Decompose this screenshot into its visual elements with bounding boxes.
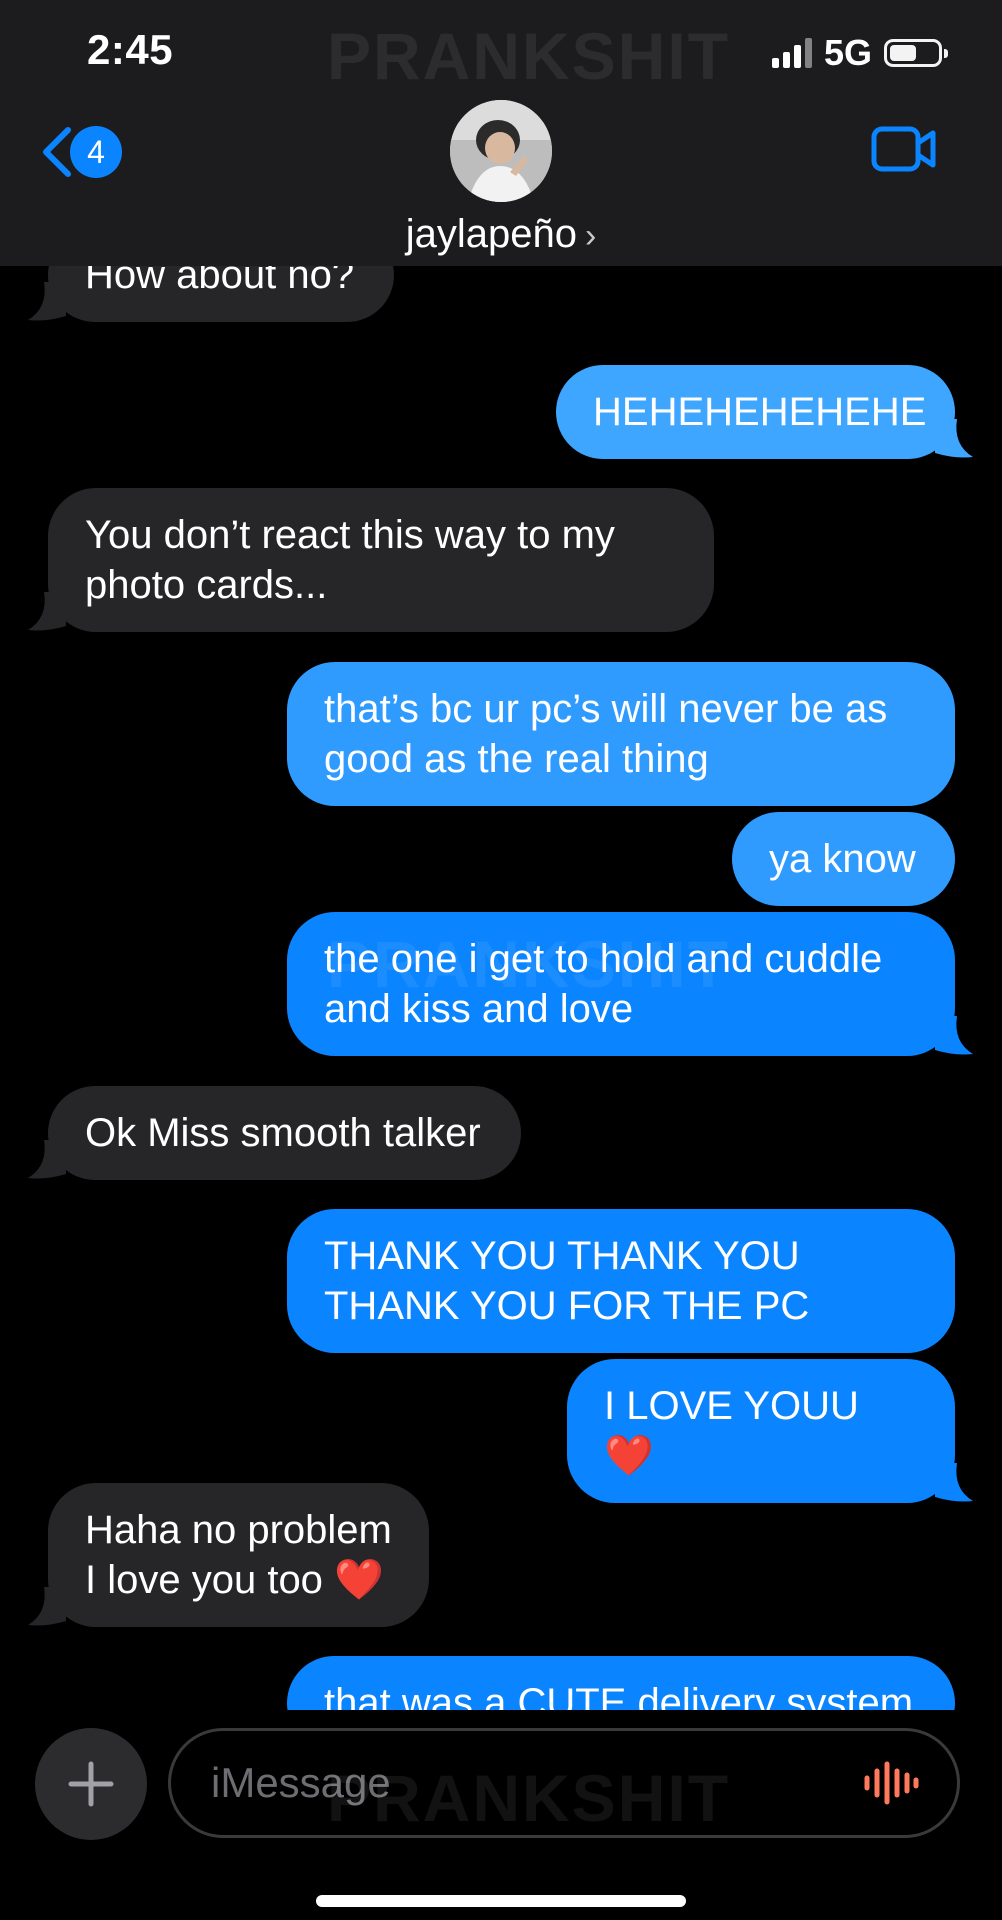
incoming-message: Haha no problem I love you too ❤️ (28, 1483, 429, 1627)
audio-message-button[interactable] (862, 1760, 920, 1811)
bubble-tail (28, 1140, 66, 1179)
conversation-header: 2:45 5G 4 jaylapeño › PRANKSHIT (0, 0, 1002, 266)
message-text: Ok Miss smooth talker (85, 1111, 481, 1155)
watermark-middle: PRANKSHIT (327, 927, 731, 1001)
unread-count-badge: 4 (70, 126, 122, 178)
back-button[interactable]: 4 (38, 124, 122, 180)
chevron-right-icon: › (584, 217, 597, 255)
contact-name: jaylapeño (405, 212, 577, 256)
incoming-message: You don’t react this way to my photo car… (28, 488, 714, 632)
watermark-top: PRANKSHIT (327, 19, 731, 93)
message-text: How about no? (85, 266, 355, 297)
bubble-tail (28, 282, 66, 321)
avatar-photo (450, 100, 552, 202)
network-type: 5G (823, 32, 872, 73)
message-text: ya know (769, 837, 916, 881)
message-bubble[interactable]: HEHEHEHEHEHE (556, 365, 955, 459)
message-composer: PRANKSHIT (0, 1710, 1002, 1920)
message-text: THANK YOU THANK YOU THANK YOU FOR THE PC (324, 1234, 810, 1328)
message-text: HEHEHEHEHEHE (593, 390, 927, 434)
bubble-tail (935, 1016, 973, 1055)
contact-name-button[interactable]: jaylapeño › (0, 212, 1002, 257)
bubble-tail (935, 1463, 973, 1502)
message-bubble[interactable]: THANK YOU THANK YOU THANK YOU FOR THE PC (287, 1209, 955, 1353)
message-text: Haha no problem I love you too ❤️ (85, 1508, 392, 1602)
message-bubble[interactable]: ya know (732, 812, 955, 906)
outgoing-message: HEHEHEHEHEHE (556, 365, 973, 459)
watermark-bottom: PRANKSHIT (327, 1761, 731, 1835)
message-bubble[interactable]: How about no? (48, 266, 394, 322)
message-bubble[interactable]: I LOVE YOUU ❤️ (567, 1359, 955, 1503)
facetime-video-button[interactable] (871, 126, 937, 177)
battery-icon (884, 39, 948, 67)
message-text: You don’t react this way to my photo car… (85, 513, 615, 607)
message-bubble[interactable]: You don’t react this way to my photo car… (48, 488, 714, 632)
message-text: that’s bc ur pc’s will never be as good … (324, 687, 888, 781)
audio-waveform-icon (864, 1761, 919, 1805)
contact-avatar[interactable] (450, 100, 552, 202)
bubble-tail (935, 419, 973, 458)
bubble-tail (28, 1587, 66, 1626)
incoming-message: How about no? (28, 266, 394, 322)
apps-plus-button[interactable] (35, 1728, 147, 1840)
outgoing-message: I LOVE YOUU ❤️ (567, 1359, 973, 1503)
video-camera-icon (871, 126, 936, 172)
cellular-signal-icon (771, 38, 812, 68)
message-bubble[interactable]: that’s bc ur pc’s will never be as good … (287, 662, 955, 806)
message-text: I LOVE YOUU ❤️ (604, 1384, 859, 1478)
outgoing-message: THANK YOU THANK YOU THANK YOU FOR THE PC (287, 1209, 955, 1353)
message-text: that was a CUTE delivery system (324, 1681, 914, 1710)
incoming-message: Ok Miss smooth talker (28, 1086, 521, 1180)
outgoing-message: that was a CUTE delivery system (287, 1656, 955, 1710)
message-thread[interactable]: How about no? HEHEHEHEHEHE You don’t rea… (0, 266, 1002, 1710)
plus-icon (68, 1761, 114, 1807)
outgoing-message: that’s bc ur pc’s will never be as good … (287, 662, 955, 806)
message-bubble[interactable]: Ok Miss smooth talker (48, 1086, 521, 1180)
bubble-tail (28, 592, 66, 631)
message-bubble[interactable]: Haha no problem I love you too ❤️ (48, 1483, 429, 1627)
message-bubble[interactable]: that was a CUTE delivery system (287, 1656, 955, 1710)
status-indicators: 5G (771, 30, 948, 76)
outgoing-message: ya know (732, 812, 955, 906)
status-time: 2:45 (87, 26, 174, 73)
home-indicator[interactable] (316, 1895, 686, 1907)
messages-screen: 2:45 5G 4 jaylapeño › PRANKSHIT How abou… (0, 0, 1002, 1920)
